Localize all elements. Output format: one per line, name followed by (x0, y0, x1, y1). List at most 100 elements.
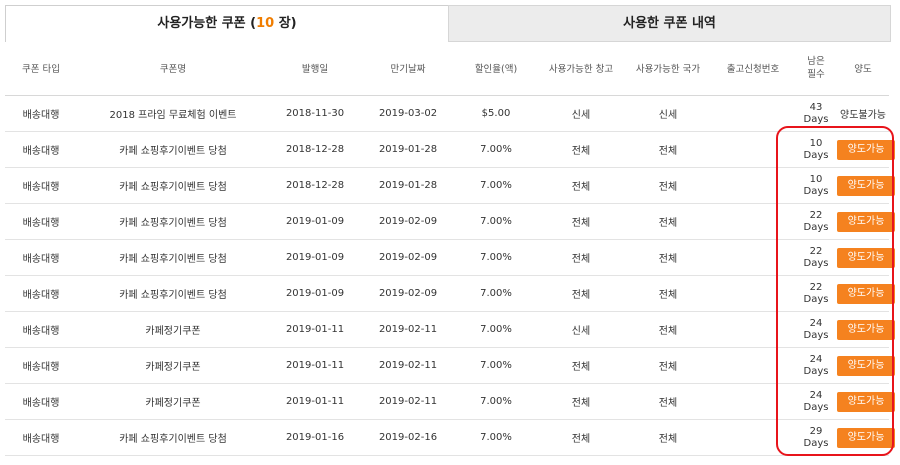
cell-type: 배송대행 (5, 239, 77, 276)
cell-order-number (711, 239, 795, 276)
transfer-button[interactable]: 양도가능 (837, 247, 895, 268)
cell-country: 전체 (625, 203, 711, 240)
cell-issued: 2019-01-16 (269, 419, 361, 456)
cell-expiry: 2019-02-11 (361, 383, 455, 420)
cell-country: 전체 (625, 131, 711, 168)
remaining-days-unit: Days (803, 293, 829, 305)
cell-order-number (711, 311, 795, 348)
cell-expiry: 2019-01-28 (361, 131, 455, 168)
cell-warehouse: 전체 (537, 167, 625, 204)
col-header-type: 쿠폰 타입 (5, 41, 77, 96)
cell-discount: 7.00% (455, 311, 537, 348)
cell-order-number (711, 203, 795, 240)
transfer-button[interactable]: 양도가능 (837, 355, 895, 376)
cell-transfer: 양도가능 (837, 131, 895, 168)
remaining-days-number: 22 (809, 245, 823, 257)
cell-name: 카페 쇼핑후기이벤트 당첨 (77, 239, 269, 276)
cell-expiry: 2019-03-02 (361, 95, 455, 132)
cell-discount: 7.00% (455, 383, 537, 420)
transfer-button[interactable]: 양도가능 (837, 139, 895, 160)
cell-warehouse: 전체 (537, 203, 625, 240)
cell-remaining-days: 10 Days (795, 167, 837, 204)
cell-transfer: 양도가능 (837, 311, 895, 348)
cell-type: 배송대행 (5, 347, 77, 384)
remaining-days-unit: Days (803, 437, 829, 449)
cell-order-number (711, 419, 795, 456)
cell-name: 카페정기쿠폰 (77, 347, 269, 384)
cell-country: 전체 (625, 275, 711, 312)
tab-used-coupons[interactable]: 사용한 쿠폰 내역 (448, 5, 891, 42)
cell-transfer: 양도가능 (837, 419, 895, 456)
cell-name: 카페 쇼핑후기이벤트 당첨 (77, 275, 269, 312)
table-row: 배송대행 카페정기쿠폰 2019-01-11 2019-02-11 7.00% 전체 전체 2… (5, 347, 895, 384)
transfer-button[interactable]: 양도가능 (837, 427, 895, 448)
remaining-days-unit: Days (803, 113, 829, 125)
transfer-button[interactable]: 양도가능 (837, 211, 895, 232)
cell-country: 전체 (625, 239, 711, 276)
col-header-issued: 발행일 (269, 41, 361, 96)
remaining-days-unit: Days (803, 365, 829, 377)
cell-discount: 7.00% (455, 203, 537, 240)
remaining-days-number: 22 (809, 281, 823, 293)
cell-issued: 2019-01-09 (269, 275, 361, 312)
cell-remaining-days: 24 Days (795, 311, 837, 348)
cell-remaining-days: 22 Days (795, 203, 837, 240)
transfer-button[interactable]: 양도가능 (837, 319, 895, 340)
cell-transfer: 양도가능 (837, 239, 895, 276)
cell-issued: 2019-01-09 (269, 239, 361, 276)
table-row: 배송대행 카페 쇼핑후기이벤트 당첨 2019-01-16 2019-02-16 7.0… (5, 419, 895, 456)
cell-remaining-days: 24 Days (795, 347, 837, 384)
cell-expiry: 2019-02-09 (361, 203, 455, 240)
cell-issued: 2019-01-11 (269, 311, 361, 348)
transfer-button[interactable]: 양도가능 (837, 283, 895, 304)
cell-warehouse: 전체 (537, 383, 625, 420)
cell-remaining-days: 22 Days (795, 275, 837, 312)
tab-available-suffix: 장) (274, 16, 297, 31)
cell-remaining-days: 24 Days (795, 383, 837, 420)
transfer-button[interactable]: 양도가능 (837, 175, 895, 196)
cell-discount: 7.00% (455, 239, 537, 276)
transfer-button[interactable]: 양도가능 (837, 391, 895, 412)
remaining-days-number: 10 (809, 173, 823, 185)
table-row: 배송대행 카페 쇼핑후기이벤트 당첨 2018-12-28 2019-01-28 7.0… (5, 167, 895, 204)
remaining-days-unit: Days (803, 149, 829, 161)
cell-order-number (711, 131, 795, 168)
col-header-expiry: 만기날짜 (361, 41, 455, 96)
cell-expiry: 2019-02-16 (361, 419, 455, 456)
cell-issued: 2018-11-30 (269, 95, 361, 132)
cell-expiry: 2019-02-09 (361, 275, 455, 312)
cell-transfer: 양도불가능 (837, 95, 889, 132)
cell-order-number (711, 347, 795, 384)
remaining-days-number: 24 (809, 317, 823, 329)
cell-type: 배송대행 (5, 95, 77, 132)
cell-expiry: 2019-02-11 (361, 311, 455, 348)
cell-name: 카페정기쿠폰 (77, 383, 269, 420)
tab-available-coupons[interactable]: 사용가능한 쿠폰 (10 장) (5, 5, 449, 42)
cell-transfer: 양도가능 (837, 383, 895, 420)
cell-discount: $5.00 (455, 95, 537, 132)
col-header-order-number: 출고신청번호 (711, 41, 795, 96)
table-row: 배송대행 2018 프라임 무료체험 이벤트 2018-11-30 2019-03-0… (5, 95, 889, 132)
cell-issued: 2019-01-11 (269, 383, 361, 420)
remaining-days-number: 24 (809, 389, 823, 401)
remaining-days-unit: Days (803, 257, 829, 269)
cell-order-number (711, 383, 795, 420)
cell-discount: 7.00% (455, 347, 537, 384)
cell-discount: 7.00% (455, 167, 537, 204)
coupon-tabs: 사용가능한 쿠폰 (10 장) 사용한 쿠폰 내역 (5, 5, 891, 42)
cell-type: 배송대행 (5, 383, 77, 420)
cell-name: 카페정기쿠폰 (77, 311, 269, 348)
cell-expiry: 2019-02-09 (361, 239, 455, 276)
cell-name: 카페 쇼핑후기이벤트 당첨 (77, 203, 269, 240)
table-row: 배송대행 카페 쇼핑후기이벤트 당첨 2018-12-28 2019-01-28 7.0… (5, 131, 895, 168)
cell-name: 카페 쇼핑후기이벤트 당첨 (77, 131, 269, 168)
col-header-discount: 할인율(액) (455, 41, 537, 96)
cell-warehouse: 전체 (537, 419, 625, 456)
col-header-country: 사용가능한 국가 (625, 41, 711, 96)
cell-type: 배송대행 (5, 311, 77, 348)
cell-name: 2018 프라임 무료체험 이벤트 (77, 95, 269, 132)
tab-available-prefix: 사용가능한 쿠폰 ( (157, 16, 257, 31)
remaining-days-number: 22 (809, 209, 823, 221)
cell-transfer: 양도가능 (837, 167, 895, 204)
available-count: 10 (256, 16, 275, 31)
